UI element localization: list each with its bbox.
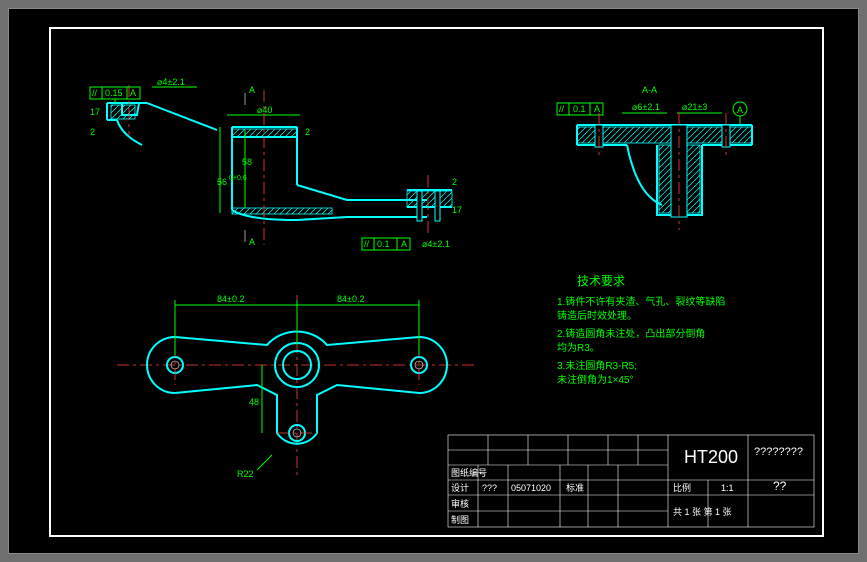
tech-req-3: 2.铸造圆角未注处，凸出部分倒角 [557, 327, 705, 340]
dia21: ⌀21±3 [682, 102, 707, 112]
checked-label: 审核 [451, 498, 469, 509]
drawn-label: 制图 [451, 514, 469, 525]
parallelism-symbol: // [92, 88, 98, 98]
d2-2: 2 [305, 127, 310, 137]
tech-req-5: 3.未注圆角R3-R5; [557, 359, 637, 372]
tech-req-6: 未注倒角为1×45° [557, 373, 634, 386]
tech-req-1: 1.铸件不许有夹渣、气孔、裂纹等缺陷 [557, 295, 725, 308]
svg-text:A: A [401, 239, 407, 249]
aa-label: A-A [642, 85, 657, 95]
cad-viewport[interactable]: // 0.15 A ⌀4±2.1 ⌀40 17 2 56 0+0.6 58 2 … [8, 8, 859, 554]
section-a-bot: A [249, 237, 255, 247]
section-aa: A-A // 0.1 A ⌀6±2.1 ⌀21±3 A [557, 85, 752, 230]
rev-label: 图纸编号 [451, 467, 487, 478]
svg-text://: // [559, 104, 565, 114]
scale-value: 1:1 [721, 483, 734, 493]
tol56: 0+0.6 [229, 175, 247, 182]
d84-2: 84±0.2 [337, 294, 364, 304]
section-a-top: A [249, 85, 255, 95]
part-name: ???????? [754, 446, 803, 458]
design-label: 设计 [451, 482, 469, 493]
d2-1: 2 [90, 127, 95, 137]
datum-a: A [130, 88, 136, 98]
r22: R22 [237, 469, 254, 479]
dia40: ⌀40 [257, 105, 272, 115]
datum-circle-a: A [737, 105, 743, 115]
approved: 标准 [566, 482, 584, 493]
cad-drawing: // 0.15 A ⌀4±2.1 ⌀40 17 2 56 0+0.6 58 2 … [57, 35, 816, 529]
dia6: ⌀6±2.1 [632, 102, 660, 112]
d56: 56 [217, 177, 227, 187]
tol-01: 0.1 [377, 239, 390, 249]
date: 05071020 [511, 483, 551, 493]
svg-text:A: A [594, 104, 600, 114]
dia4-21-top: ⌀4±2.1 [157, 77, 185, 87]
tech-req-title: 技术要求 [577, 274, 625, 288]
qty: ?? [773, 479, 787, 493]
plan-view: 84±0.2 84±0.2 48 R22 [117, 294, 477, 479]
tech-req-4: 均为R3。 [557, 342, 600, 354]
d17: 17 [90, 107, 100, 117]
dia4-21-bot: ⌀4±2.1 [422, 239, 450, 249]
sheet-info: 共 1 张 第 1 张 [673, 506, 732, 517]
d2-3: 2 [452, 177, 457, 187]
svg-text://: // [364, 239, 370, 249]
tech-requirements: 技术要求 1.铸件不许有夹渣、气孔、裂纹等缺陷 铸造后时效处理。 2.铸造圆角未… [557, 274, 725, 386]
scale-label: 比例 [673, 482, 691, 493]
d17b: 17 [452, 205, 462, 215]
material-text: HT200 [684, 447, 738, 467]
tol-015: 0.15 [105, 88, 123, 98]
d58: 58 [242, 157, 252, 167]
d48: 48 [249, 397, 259, 407]
elevation-view [107, 85, 452, 245]
designer: ??? [482, 483, 497, 493]
svg-text:0.1: 0.1 [573, 104, 586, 114]
d84-1: 84±0.2 [217, 294, 244, 304]
tech-req-2: 铸造后时效处理。 [557, 309, 637, 322]
title-block: HT200 ???????? ?? 图纸编号 设计 ??? 05071020 审… [448, 435, 814, 527]
